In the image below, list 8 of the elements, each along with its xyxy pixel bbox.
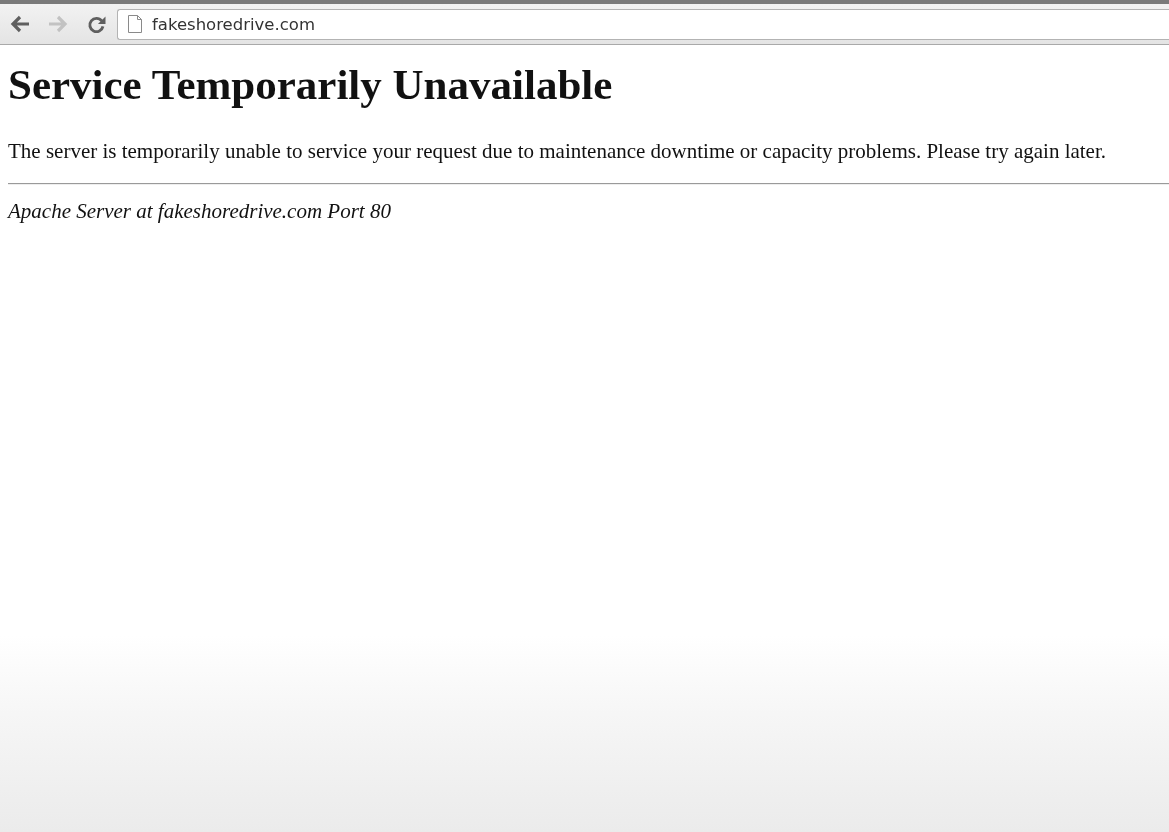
reload-icon bbox=[86, 14, 106, 34]
left-arrow-icon bbox=[10, 15, 30, 33]
page-icon bbox=[128, 15, 142, 33]
address-bar[interactable]: fakeshoredrive.com bbox=[117, 8, 1169, 40]
server-signature: Apache Server at fakeshoredrive.com Port 80 bbox=[8, 198, 391, 224]
error-message: The server is temporarily unable to service your request due to maintenance downtime or capacity problems. Please try again later. bbox=[8, 138, 1107, 164]
right-arrow-icon bbox=[48, 15, 68, 33]
page-heading: Service Temporarily Unavailable bbox=[8, 60, 614, 110]
